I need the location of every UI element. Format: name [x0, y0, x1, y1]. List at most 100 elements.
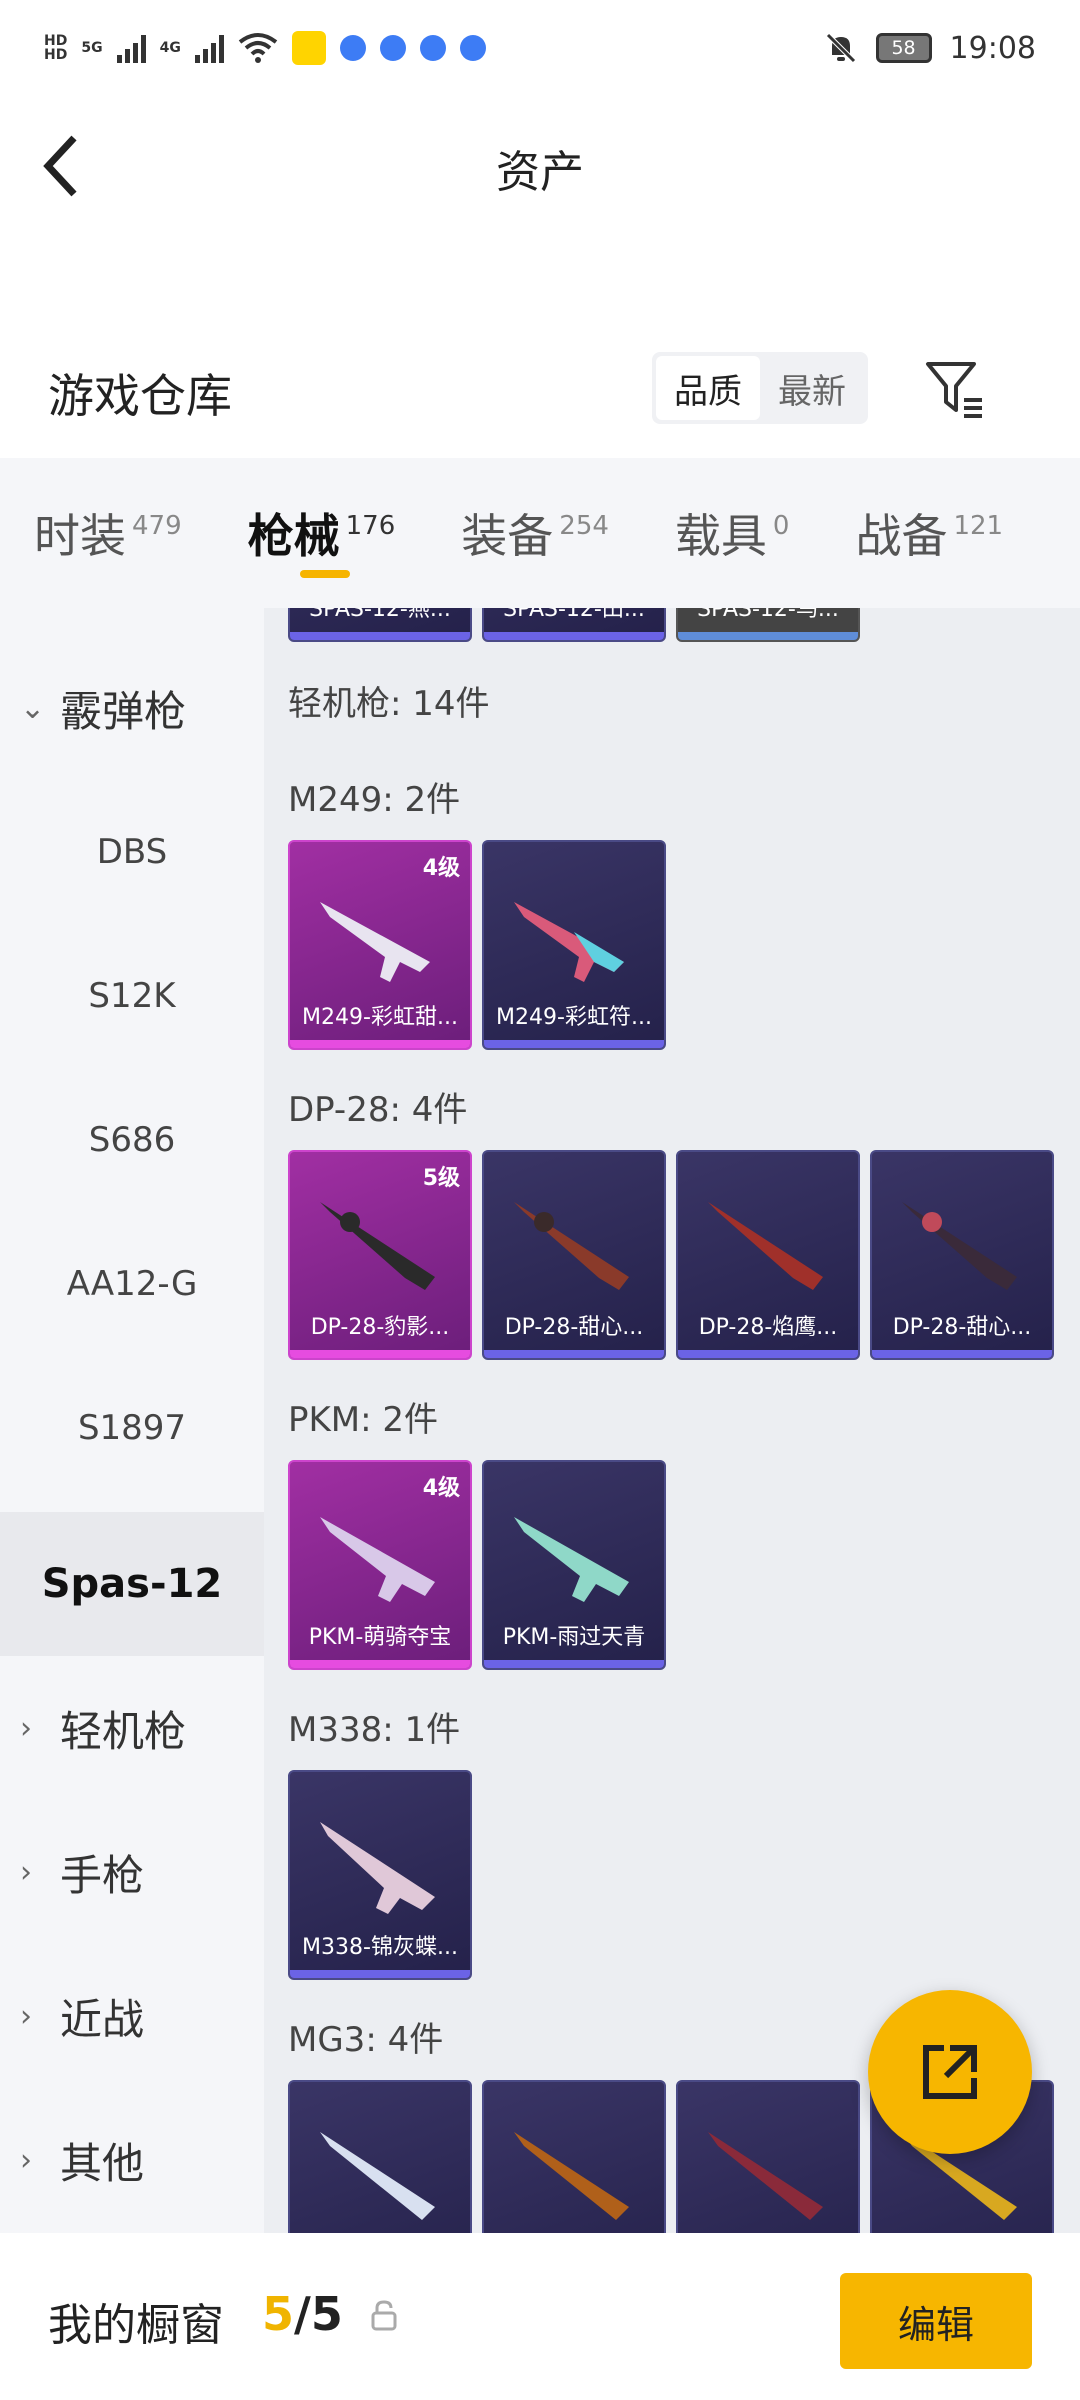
- hd-label-1: HD: [44, 33, 68, 49]
- skin-tile[interactable]: SPAS-12-田...: [482, 608, 666, 642]
- tab-count: 254: [559, 511, 609, 541]
- skin-name: M338-锦灰蝶...: [302, 1935, 458, 1960]
- rarity-bar: [484, 1350, 664, 1358]
- skin-name: PKM-雨过天青: [502, 1625, 646, 1650]
- rarity-bar: [678, 1350, 858, 1358]
- share-external-icon: [923, 2045, 977, 2099]
- signal-icon: [116, 33, 146, 63]
- skin-name: SPAS-12-乌...: [697, 608, 839, 622]
- rarity-bar: [290, 1660, 470, 1668]
- app-dot-icon: [379, 35, 406, 61]
- rifle-icon: [320, 1517, 435, 1602]
- section-title: 游戏仓库: [48, 369, 232, 423]
- skin-tile[interactable]: [288, 2080, 472, 2233]
- sort-newest-button[interactable]: 最新: [760, 356, 864, 420]
- edit-button[interactable]: 编辑: [840, 2273, 1032, 2369]
- category-header: 轻机枪: 14件: [288, 684, 490, 724]
- level-badge: 4级: [422, 1476, 460, 1501]
- share-fab-button[interactable]: [868, 1990, 1032, 2154]
- skin-name: DP-28-豹影...: [310, 1315, 450, 1340]
- rarity-bar: [484, 1040, 664, 1048]
- showcase-label: 我的橱窗: [48, 2300, 224, 2351]
- hd-label-2: HD: [44, 47, 68, 63]
- app-header: 资产: [0, 96, 1080, 246]
- tab-label: 装备: [461, 509, 554, 563]
- sidebar-group-pistol[interactable]: › 手枪: [0, 1800, 264, 1944]
- tab-count: 479: [132, 511, 182, 541]
- signal-icon-2: [194, 33, 224, 63]
- skin-tile[interactable]: M249-彩虹符...: [482, 840, 666, 1050]
- sidebar-item-s686[interactable]: S686: [0, 1068, 264, 1212]
- weapon-type-sidebar: ⌄ 霰弹枪 DBS S12K S686 AA12-G S1897 Spas-12…: [0, 608, 264, 2233]
- chevron-right-icon: ›: [20, 2142, 32, 2178]
- sidebar-item-label: AA12-G: [66, 1264, 198, 1304]
- rarity-bar: [484, 632, 664, 640]
- skin-name: M249-彩虹甜...: [302, 1005, 458, 1030]
- chevron-down-icon: ⌄: [20, 690, 46, 726]
- sidebar-item-label: DBS: [96, 832, 168, 872]
- sidebar-item-label: S12K: [88, 976, 176, 1016]
- sidebar-group-melee[interactable]: › 近战: [0, 1944, 264, 2088]
- skin-tile[interactable]: 5级 DP-28-豹影...: [288, 1150, 472, 1360]
- sidebar-group-lmg[interactable]: › 轻机枪: [0, 1656, 264, 1800]
- warehouse-header: 游戏仓库 品质 最新: [0, 330, 1080, 450]
- app-notification-icon: [291, 31, 326, 65]
- sidebar-group-shotgun[interactable]: ⌄ 霰弹枪: [0, 636, 264, 780]
- tab-equipment[interactable]: 装备 254: [461, 458, 609, 608]
- chevron-right-icon: ›: [20, 1710, 32, 1746]
- sidebar-item-spas12[interactable]: Spas-12: [0, 1512, 264, 1656]
- status-right: 58 19:08: [824, 31, 1036, 66]
- tab-firearms[interactable]: 枪械 176: [248, 458, 396, 608]
- sidebar-item-aa12g[interactable]: AA12-G: [0, 1212, 264, 1356]
- skin-tile[interactable]: 4级 M249-彩虹甜...: [288, 840, 472, 1050]
- app-dot-icon: [459, 35, 486, 61]
- tab-count: 0: [772, 511, 790, 541]
- sidebar-item-s12k[interactable]: S12K: [0, 924, 264, 1068]
- sidebar-item-label: Spas-12: [41, 1561, 223, 1607]
- skin-name: SPAS-12-燕...: [309, 608, 451, 622]
- skin-tile[interactable]: 4级 PKM-萌骑夺宝: [288, 1460, 472, 1670]
- group-label: PKM: 2件: [288, 1400, 439, 1440]
- rifle-icon: [320, 1822, 435, 1914]
- skin-name: DP-28-焰鹰...: [698, 1315, 838, 1340]
- skin-name: PKM-萌骑夺宝: [308, 1625, 452, 1650]
- skin-tile[interactable]: SPAS-12-乌...: [676, 608, 860, 642]
- clock: 19:08: [949, 30, 1036, 66]
- group-label: MG3: 4件: [288, 2020, 444, 2060]
- tab-supplies[interactable]: 战备 121: [855, 458, 1003, 608]
- tab-vehicles[interactable]: 载具 0: [675, 458, 790, 608]
- skin-tile[interactable]: [482, 2080, 666, 2233]
- skin-tile[interactable]: [676, 2080, 860, 2233]
- tab-fashion[interactable]: 时装 479: [34, 458, 182, 608]
- sidebar-item-label: S1897: [77, 1408, 187, 1448]
- filter-icon: [926, 362, 982, 418]
- sidebar-group-other[interactable]: › 其他: [0, 2088, 264, 2232]
- rarity-bar: [290, 1040, 470, 1048]
- rifle-icon: [320, 2132, 435, 2220]
- sidebar-item-s1897[interactable]: S1897: [0, 1356, 264, 1500]
- showcase-separator: /: [294, 2287, 311, 2341]
- sidebar-item-dbs[interactable]: DBS: [0, 780, 264, 924]
- chevron-right-icon: ›: [20, 1998, 32, 2034]
- skin-tile[interactable]: DP-28-焰鹰...: [676, 1150, 860, 1360]
- skin-tile[interactable]: PKM-雨过天青: [482, 1460, 666, 1670]
- sort-quality-button[interactable]: 品质: [656, 356, 760, 420]
- group-label: DP-28: 4件: [288, 1090, 468, 1130]
- skin-tile[interactable]: SPAS-12-燕...: [288, 608, 472, 642]
- skin-grid: SPAS-12-燕... SPAS-12-田... SPAS-12-乌... 轻…: [264, 608, 1080, 2233]
- chevron-right-icon: ›: [20, 1854, 32, 1890]
- tab-count: 176: [345, 511, 396, 541]
- rifle-icon: [708, 2132, 823, 2220]
- battery-level: 58: [891, 37, 916, 59]
- group-label: M338: 1件: [288, 1710, 461, 1750]
- sidebar-item-label: 轻机枪: [60, 1706, 187, 1756]
- rifle-icon: [320, 902, 430, 982]
- status-left: HD HD 5G 4G: [44, 31, 486, 65]
- skin-tile[interactable]: DP-28-甜心...: [482, 1150, 666, 1360]
- skin-tile[interactable]: M338-锦灰蝶...: [288, 1770, 472, 1980]
- skin-tile[interactable]: DP-28-甜心...: [870, 1150, 1054, 1360]
- filter-button[interactable]: [920, 354, 990, 424]
- hd-indicators: HD HD: [44, 34, 67, 62]
- sidebar-item-label: 手枪: [60, 1850, 145, 1900]
- network-4g-label: 4G: [159, 40, 181, 56]
